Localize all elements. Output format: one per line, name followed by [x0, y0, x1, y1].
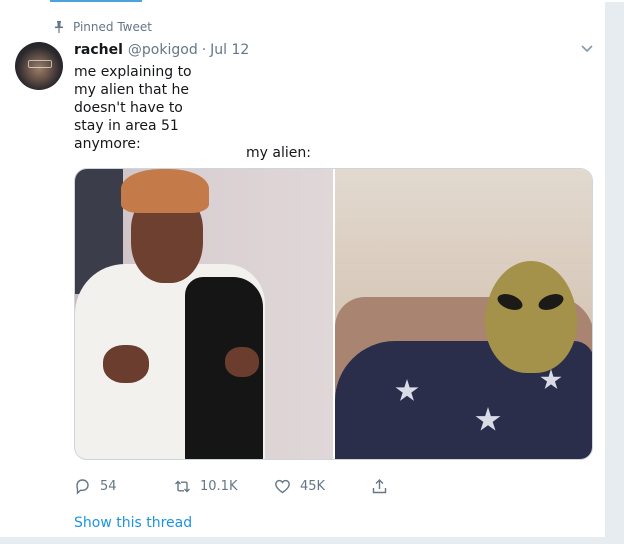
share-button[interactable] [371, 476, 397, 496]
like-button[interactable]: 45K [274, 476, 325, 496]
tweet-card[interactable]: Pinned Tweet rachel @pokigod · Jul 12 me… [0, 2, 606, 538]
avatar-glasses [28, 60, 52, 68]
pin-icon [55, 21, 63, 33]
tweet-text: me explaining to my alien that he doesn'… [74, 64, 192, 152]
heart-icon [275, 479, 290, 493]
avatar[interactable] [15, 42, 63, 90]
photo-left-hand-right [225, 347, 259, 377]
retweet-count: 10.1K [200, 478, 238, 494]
show-thread-link[interactable]: Show this thread [74, 515, 192, 531]
reply-button[interactable]: 54 [74, 476, 117, 496]
retweet-button[interactable]: 10.1K [174, 476, 237, 496]
photo-right-alien-head [485, 261, 577, 373]
reply-count: 54 [100, 478, 117, 494]
photo-left-hand-left [103, 345, 149, 383]
photo-right[interactable] [335, 169, 592, 459]
tweet-header: rachel @pokigod · Jul 12 [74, 42, 249, 60]
media-grid [74, 168, 593, 460]
reply-icon [76, 478, 89, 495]
header-separator: · [201, 42, 207, 58]
retweet-icon [175, 480, 190, 492]
photo-left-headwrap [121, 169, 209, 213]
tweet-date[interactable]: Jul 12 [210, 42, 249, 58]
tweet-text-right: my alien: [246, 145, 311, 161]
share-icon [372, 478, 387, 493]
like-count: 45K [300, 478, 326, 494]
pinned-label: Pinned Tweet [73, 20, 152, 34]
display-name[interactable]: rachel [74, 42, 123, 58]
pinned-indicator: Pinned Tweet [54, 19, 152, 35]
photo-left[interactable] [75, 169, 333, 459]
chevron-down-icon[interactable] [580, 44, 594, 54]
user-handle[interactable]: @pokigod [128, 42, 198, 58]
